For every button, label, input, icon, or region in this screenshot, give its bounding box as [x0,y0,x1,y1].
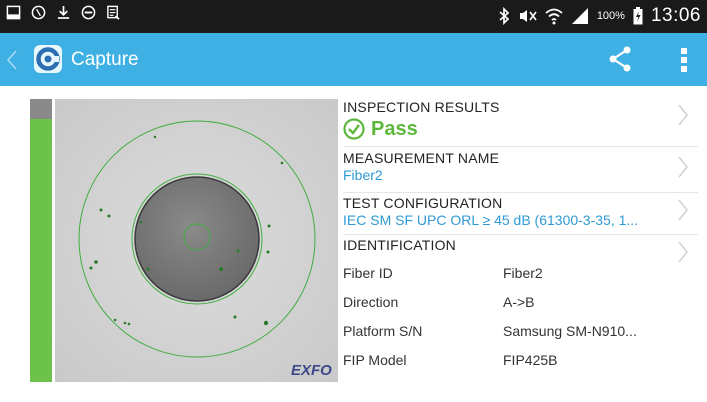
screenshot-icon [6,5,21,20]
results-panel: INSPECTION RESULTS Pass MEASUREMENT NAME… [343,99,698,374]
battery-percent: 100% [596,10,625,22]
fip-model-key: FIP Model [343,351,407,368]
inspection-results-row[interactable]: INSPECTION RESULTS Pass [343,99,698,147]
chevron-right-icon [678,241,688,263]
table-row: Direction A->B [343,287,698,316]
chevron-right-icon [678,199,688,221]
check-circle-icon [343,118,365,140]
status-bar: 100% 13:06 [0,0,707,33]
overflow-menu-icon[interactable] [680,46,688,74]
battery-icon [633,7,643,25]
table-row: FIP Model FIP425B [343,345,698,374]
action-bar: Capture [0,33,707,86]
share-icon[interactable] [608,46,632,72]
platform-sn-value: Samsung SM-N910... [503,322,637,339]
signal-icon [571,8,588,24]
test-configuration-value: IEC SM SF UPC ORL ≥ 45 dB (61300-3-35, 1… [343,212,639,228]
pass-status: Pass [371,117,418,140]
quality-bar-top [30,99,52,119]
exfo-watermark: EXFO [291,362,332,379]
test-configuration-row[interactable]: TEST CONFIGURATION IEC SM SF UPC ORL ≥ 4… [343,193,698,235]
identification-section[interactable]: IDENTIFICATION Fiber ID Fiber2 Direction… [343,235,698,374]
status-notification-icons [6,5,121,20]
app-logo-icon[interactable] [34,45,62,73]
status-system-icons: 100% 13:06 [497,5,701,27]
back-chevron-icon[interactable] [6,50,18,70]
table-row: Platform S/N Samsung SM-N910... [343,316,698,345]
measurement-name-label: MEASUREMENT NAME [343,150,500,166]
bluetooth-icon [499,7,510,25]
direction-value: A->B [503,293,535,310]
do-not-disturb-icon [81,5,96,20]
measurement-name-value: Fiber2 [343,167,383,183]
page-title: Capture [71,49,139,70]
document-icon [107,5,120,20]
fiber-id-key: Fiber ID [343,264,393,281]
chevron-right-icon [678,156,688,178]
fiber-end-face-image[interactable] [55,99,338,382]
table-row: Fiber ID Fiber2 [343,258,698,287]
wifi-icon [545,8,563,25]
chevron-right-icon [678,104,688,126]
alarm-icon [31,5,46,20]
identification-label: IDENTIFICATION [343,237,456,253]
quality-bar-pass [30,119,52,382]
fip-model-value: FIP425B [503,351,558,368]
measurement-name-row[interactable]: MEASUREMENT NAME Fiber2 [343,147,698,193]
identification-table: Fiber ID Fiber2 Direction A->B Platform … [343,258,698,374]
mute-icon [519,10,537,22]
clock: 13:06 [650,5,701,26]
inspection-results-label: INSPECTION RESULTS [343,99,500,115]
direction-key: Direction [343,293,399,310]
test-configuration-label: TEST CONFIGURATION [343,195,503,211]
download-icon [57,5,70,19]
fiber-id-value: Fiber2 [503,264,543,281]
platform-sn-key: Platform S/N [343,322,423,339]
